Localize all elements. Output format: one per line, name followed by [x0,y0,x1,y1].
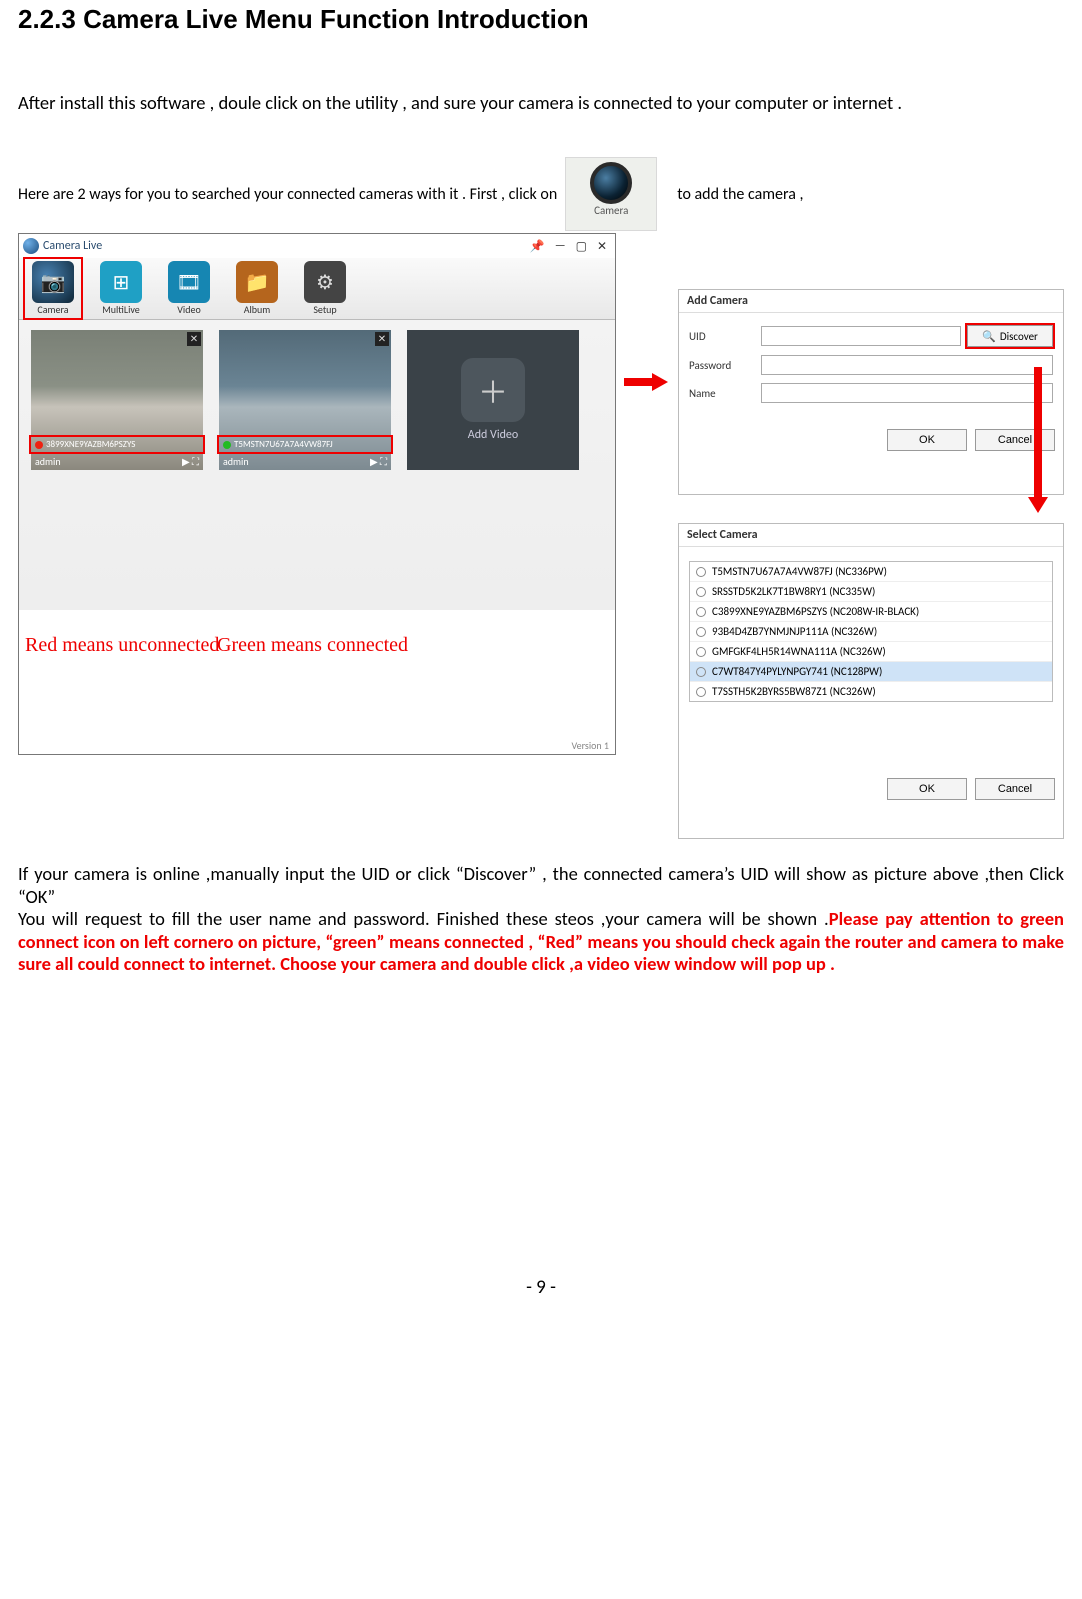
annotation-green-connected: Green means connected [217,634,408,657]
pin-icon[interactable]: 📌 [530,239,545,254]
toolbar-setup[interactable]: ⚙Setup [297,261,353,316]
camera-tile-1[interactable]: ✕ 3899XNE9YAZBM6PSZYS admin ▶ ⛶ [31,330,203,470]
app-icon [23,238,39,254]
toolbar-camera[interactable]: 📷Camera [25,259,81,318]
password-input[interactable] [761,355,1053,375]
arrow-right-icon [624,373,670,391]
status-dot-red [35,441,43,449]
add-camera-title: Add Camera [679,290,1063,313]
line2-before: Here are 2 ways for you to searched your… [18,185,557,204]
camera-option-selected[interactable]: C7WT847Y4PYLYNPGY741 (NC128PW) [690,662,1052,682]
select-camera-cancel-button[interactable]: Cancel [975,778,1055,800]
minimize-icon[interactable]: — [555,239,566,254]
section-heading: 2.2.3 Camera Live Menu Function Introduc… [18,4,1064,35]
plus-icon: ＋ [461,358,525,422]
arrow-down-icon [1028,367,1048,517]
annotation-red-unconnected: Red means unconnected [25,634,219,657]
intro-paragraph: After install this software , doule clic… [18,91,1064,115]
camera-tile-2[interactable]: ✕ T5MSTN7U67A7A4VW87FJ admin ▶ ⛶ [219,330,391,470]
add-camera-panel: Add Camera UID 🔍 Discover Password Name [678,289,1064,495]
camera-option[interactable]: T5MSTN7U67A7A4VW87FJ (NC336PW) [690,562,1052,582]
close-icon[interactable]: ✕ [597,239,607,254]
main-toolbar: 📷Camera ⊞MultiLive 🎞Video 📁Album ⚙Setup [19,258,615,320]
camera-tiles-area: ✕ 3899XNE9YAZBM6PSZYS admin ▶ ⛶ ✕ T5MSTN… [19,320,615,610]
select-camera-ok-button[interactable]: OK [887,778,967,800]
window-titlebar: Camera Live 📌 — ▢ ✕ [19,234,615,258]
camera-icon[interactable]: Camera [565,157,657,231]
camera-option[interactable]: 93B4D4ZB7YNMJNJP111A (NC326W) [690,622,1052,642]
uid-input[interactable] [761,326,961,346]
add-camera-ok-button[interactable]: OK [887,429,967,451]
version-label: Version 1 [571,739,609,752]
select-camera-panel: Select Camera T5MSTN7U67A7A4VW87FJ (NC33… [678,523,1064,839]
maximize-icon[interactable]: ▢ [576,239,587,254]
status-dot-green [223,441,231,449]
camera-option[interactable]: C3899XNE9YAZBM6PSZYS (NC208W-IR-BLACK) [690,602,1052,622]
screenshot-composite: Camera Live 📌 — ▢ ✕ 📷Camera ⊞MultiLive 🎞… [18,233,1064,843]
toolbar-multilive[interactable]: ⊞MultiLive [93,261,149,316]
discover-button[interactable]: 🔍 Discover [967,325,1053,347]
para-discover: If your camera is online ,manually input… [18,863,1064,908]
para-warning: You will request to fill the user name a… [18,908,1064,976]
play-icon[interactable]: ▶ ⛶ [370,455,387,468]
add-video-tile[interactable]: ＋ Add Video [407,330,579,470]
camera-option[interactable]: GMFGKF4LH5R14WNA111A (NC326W) [690,642,1052,662]
play-icon[interactable]: ▶ ⛶ [182,455,199,468]
line2-after: to add the camera , [677,185,803,204]
toolbar-album[interactable]: 📁Album [229,261,285,316]
toolbar-video[interactable]: 🎞Video [161,261,217,316]
tile-close-icon[interactable]: ✕ [187,332,201,346]
select-camera-title: Select Camera [679,524,1063,547]
name-label: Name [689,387,761,400]
camera-live-window: Camera Live 📌 — ▢ ✕ 📷Camera ⊞MultiLive 🎞… [18,233,616,755]
camera-option[interactable]: SRSSTD5K2LK7T1BW8RY1 (NC335W) [690,582,1052,602]
password-label: Password [689,359,761,372]
select-camera-list: T5MSTN7U67A7A4VW87FJ (NC336PW) SRSSTD5K2… [689,561,1053,702]
uid-label: UID [689,330,761,343]
name-input[interactable] [761,383,1053,403]
tile-close-icon[interactable]: ✕ [375,332,389,346]
camera-option[interactable]: T7SSTH5K2BYRS5BW87Z1 (NC326W) [690,682,1052,701]
page-number: - 9 - [18,1276,1064,1299]
search-icon: 🔍 [982,330,996,343]
